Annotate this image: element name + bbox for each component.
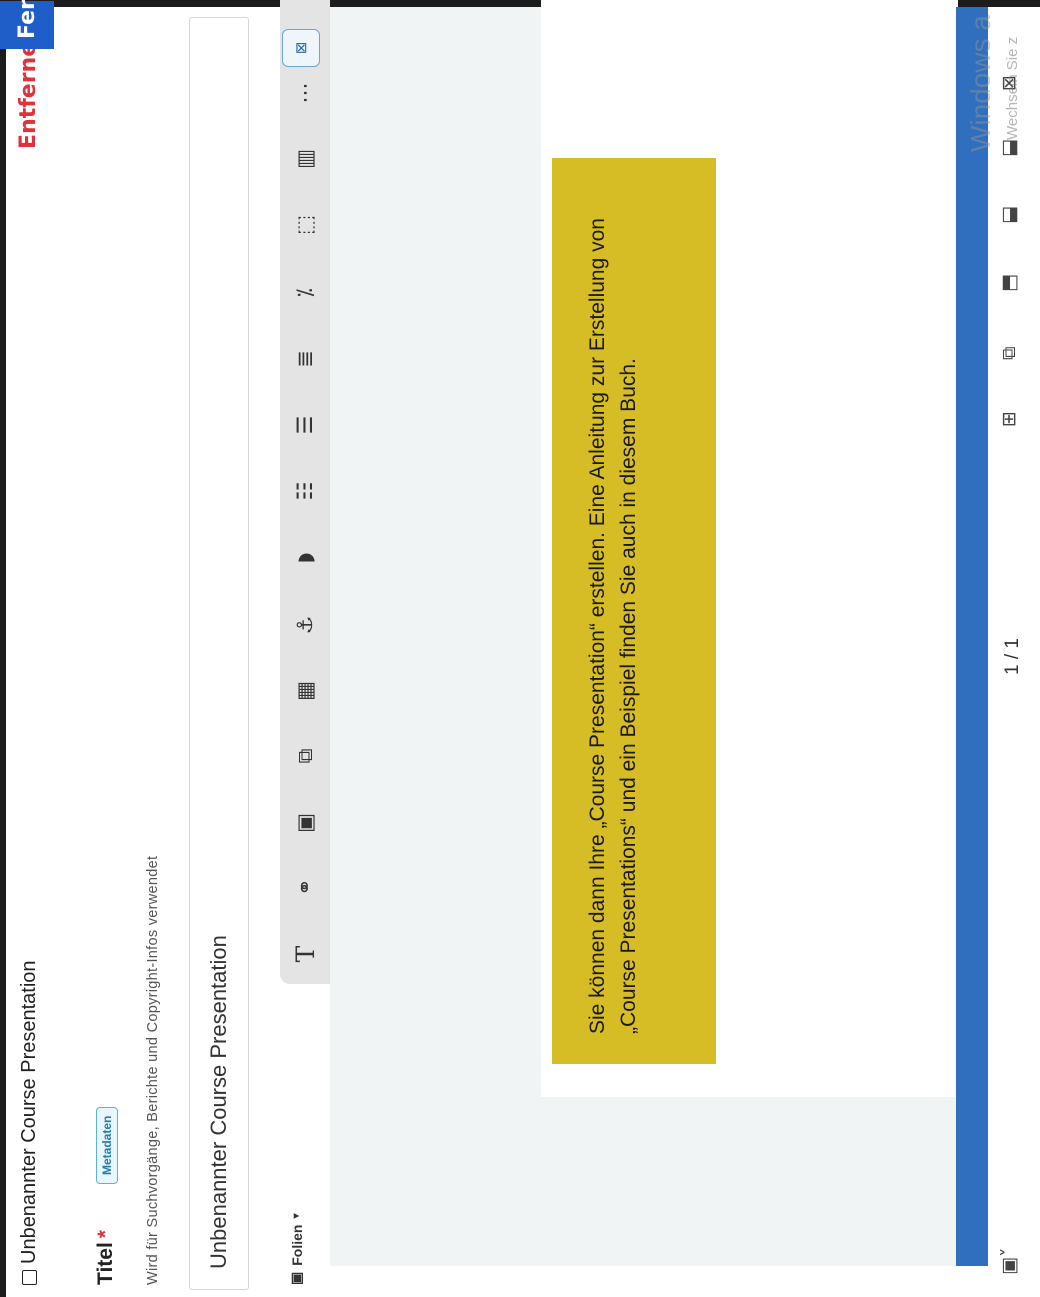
link-icon[interactable]: ⚭ bbox=[292, 874, 318, 900]
page-indicator: 1 / 1 bbox=[1002, 638, 1023, 675]
required-star: * bbox=[94, 1230, 117, 1239]
title-label-text: Titel bbox=[94, 1242, 117, 1285]
content-type-icon bbox=[22, 1270, 37, 1285]
activation-watermark-sub: Wechseln Sie z bbox=[1004, 36, 1021, 140]
finish-button[interactable]: Fer bbox=[0, 0, 54, 49]
more-icon[interactable]: ⋯ bbox=[292, 80, 318, 106]
table-icon[interactable]: ▦ bbox=[292, 678, 318, 704]
checklist-icon[interactable]: ≣ bbox=[292, 346, 318, 372]
slide-navigation-bar bbox=[956, 7, 988, 1266]
title-input[interactable]: Unbenannter Course Presentation bbox=[189, 17, 249, 1290]
multiple-choice-icon[interactable]: ☰ bbox=[292, 412, 318, 438]
instruction-note: Sie können dann Ihre „Course Presentatio… bbox=[552, 158, 716, 1064]
background-slide-icon[interactable]: ⬒ bbox=[998, 274, 1020, 292]
close-toolbar-icon[interactable]: ⊠ bbox=[282, 29, 320, 67]
slides-dropdown-icon[interactable]: ▣˅ bbox=[998, 1248, 1020, 1275]
slides-menu[interactable]: ▣ Folien ▾ bbox=[288, 1214, 305, 1286]
move-slide-right-icon[interactable]: ⬓ bbox=[998, 139, 1020, 157]
move-slide-left-icon[interactable]: ⬓ bbox=[998, 206, 1020, 224]
title-label: Titel * bbox=[94, 1230, 118, 1285]
editor-toolbar: T ⚭ ▣ ⧉ ▦ ⚓ ◗ ☷ ☰ ≣ ⁒ ⬚ ▥ ⋯ bbox=[280, 0, 330, 984]
list-icon[interactable]: ▥ bbox=[292, 146, 318, 172]
audio-icon[interactable]: ◗ bbox=[292, 545, 318, 571]
image-icon[interactable]: ▣ bbox=[292, 810, 318, 836]
screen-frame: Unbenannter Course Presentation Entferne… bbox=[0, 0, 1040, 1297]
clone-slide-icon[interactable]: ⧉ bbox=[998, 346, 1020, 360]
window-border bbox=[0, 0, 6, 1297]
content-title-text: Unbenannter Course Presentation bbox=[18, 960, 40, 1264]
shape-icon[interactable]: ⧉ bbox=[292, 743, 318, 769]
slides-label: Folien bbox=[288, 1224, 305, 1266]
slides-icon: ▣ bbox=[288, 1271, 304, 1285]
activation-watermark: Windows a bbox=[965, 15, 996, 152]
editor-stage: Unbenannter Course Presentation Entferne… bbox=[0, 0, 1040, 1297]
add-slide-icon[interactable]: ⊞ bbox=[998, 411, 1020, 427]
metadata-button[interactable]: Metadaten bbox=[96, 1106, 118, 1184]
content-title: Unbenannter Course Presentation bbox=[18, 960, 41, 1285]
chevron-down-icon: ▾ bbox=[291, 1213, 302, 1219]
drag-icon[interactable]: ⬚ bbox=[292, 212, 318, 238]
sliders-icon[interactable]: ☷ bbox=[292, 478, 318, 504]
title-help-text: Wird für Suchvorgänge, Berichte und Copy… bbox=[145, 855, 161, 1285]
anchor-icon[interactable]: ⚓ bbox=[292, 612, 318, 638]
text-icon[interactable]: T bbox=[291, 941, 320, 967]
toggle-icon[interactable]: ⁒ bbox=[292, 280, 318, 306]
